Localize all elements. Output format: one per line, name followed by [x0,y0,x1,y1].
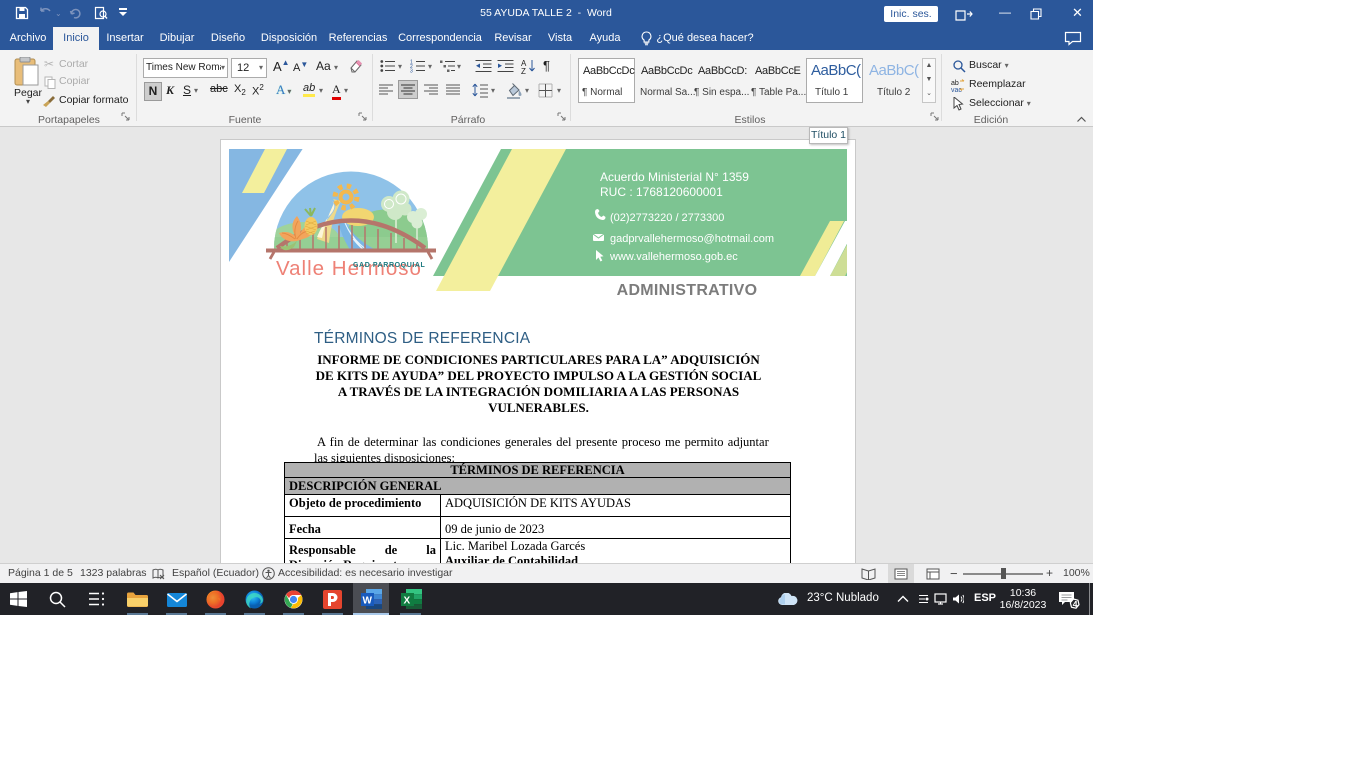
svg-text:X: X [404,596,411,607]
svg-text:4: 4 [1073,599,1078,609]
svg-text:3: 3 [410,69,413,74]
svg-text:Z: Z [521,67,526,74]
svg-text:W: W [363,596,373,607]
svg-text:gadprvallehermoso@hotmail.com: gadprvallehermoso@hotmail.com [610,233,774,245]
svg-text:Acuerdo Ministerial N° 1359: Acuerdo Ministerial N° 1359 [600,170,749,184]
svg-text:www.vallehermoso.gob.ec: www.vallehermoso.gob.ec [609,251,738,263]
svg-text:RUC : 1768120600001: RUC : 1768120600001 [600,185,723,199]
svg-text:ab: ab [951,80,959,87]
svg-text:(02)2773220 / 2773300: (02)2773220 / 2773300 [610,212,724,224]
svg-text:GAD PARROQUIAL: GAD PARROQUIAL [353,262,426,269]
